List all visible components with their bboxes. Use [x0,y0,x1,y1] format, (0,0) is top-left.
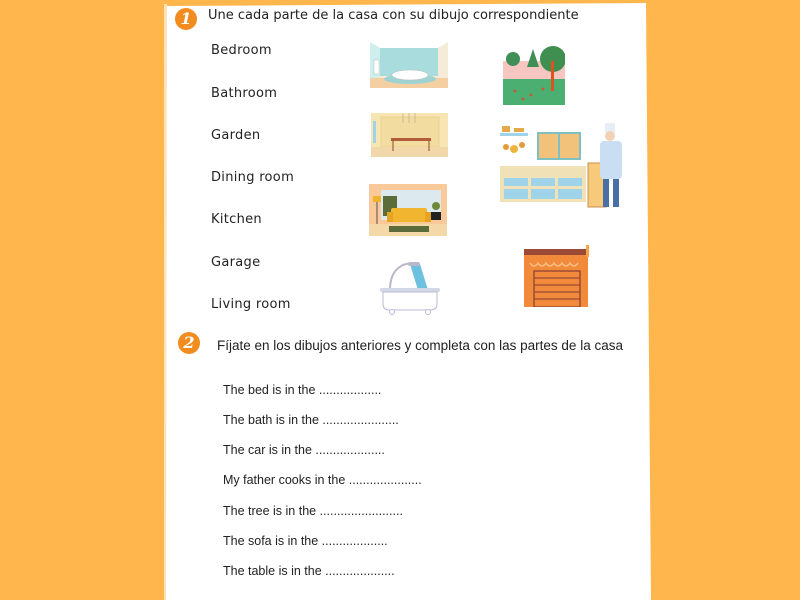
garden-picture[interactable] [503,43,565,105]
word-garage[interactable]: Garage [211,255,260,270]
word-garden[interactable]: Garden [211,128,260,143]
sentence-6[interactable]: The sofa is in the ................... [223,534,388,548]
sentence-5[interactable]: The tree is in the .....................… [223,504,403,518]
word-dining-room[interactable]: Dining room [211,170,294,185]
exercise-2-number-badge: 2 [178,332,200,354]
word-living-room[interactable]: Living room [211,297,291,312]
kitchen-picture[interactable] [500,121,632,211]
sentence-1[interactable]: The bed is in the .................. [223,383,381,397]
word-bathroom[interactable]: Bathroom [211,86,277,101]
word-bedroom[interactable]: Bedroom [211,43,272,58]
living-room-picture[interactable] [369,184,447,236]
exercise-2-title: Fíjate en los dibujos anteriores y compl… [217,338,623,353]
garage-picture[interactable] [524,245,590,307]
sentence-7[interactable]: The table is in the .................... [223,564,395,578]
dining-room-picture[interactable] [371,113,448,157]
exercise-1-number-badge: 1 [175,8,197,30]
sentence-2[interactable]: The bath is in the .....................… [223,413,399,427]
exercise-1-title: Une cada parte de la casa con su dibujo … [208,8,579,23]
bedroom-picture[interactable] [370,42,448,88]
sentence-3[interactable]: The car is in the .................... [223,443,385,457]
sentence-4[interactable]: My father cooks in the .................… [223,473,422,487]
bathtub-picture[interactable] [380,260,440,316]
word-kitchen[interactable]: Kitchen [211,212,262,227]
